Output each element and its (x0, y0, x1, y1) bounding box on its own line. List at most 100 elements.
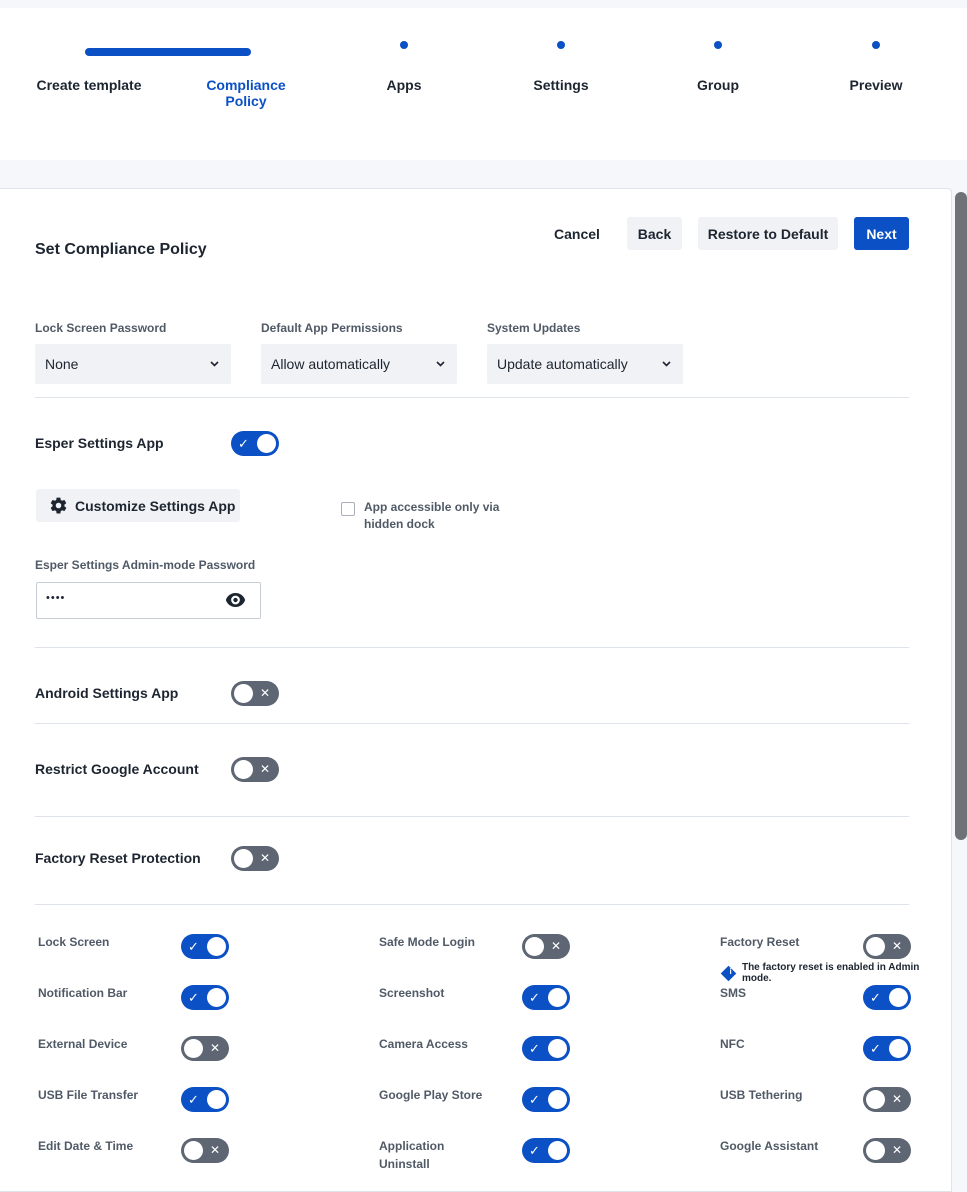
application-uninstall-toggle[interactable]: ✓ (522, 1138, 570, 1163)
check-icon: ✓ (529, 1092, 540, 1107)
google-play-store-toggle[interactable]: ✓ (522, 1087, 570, 1112)
check-icon: ✓ (188, 990, 199, 1005)
check-icon: ✓ (870, 990, 881, 1005)
step-dot (714, 41, 722, 49)
customize-settings-app-button[interactable]: Customize Settings App (36, 489, 240, 522)
restore-default-button[interactable]: Restore to Default (698, 217, 838, 250)
vertical-scrollbar[interactable] (955, 192, 967, 840)
toggle-knob (234, 684, 253, 703)
toggle-knob (548, 988, 567, 1007)
hidden-dock-label: App accessible only via hidden dock (364, 500, 500, 531)
toggle-knob (234, 849, 253, 868)
toggle-knob (548, 1141, 567, 1160)
x-icon: ✕ (260, 762, 271, 776)
usb-tethering-toggle[interactable]: ✕ (863, 1087, 911, 1112)
password-value: •••• (46, 592, 66, 604)
factory-reset-toggle[interactable]: ✕ (863, 934, 911, 959)
lock-screen-toggle[interactable]: ✓ (181, 934, 229, 959)
step-apps[interactable]: Apps (324, 41, 484, 93)
android-settings-app-label: Android Settings App (35, 685, 179, 701)
chevron-down-icon (210, 359, 219, 370)
android-settings-app-toggle[interactable]: ✕ (231, 681, 279, 706)
divider (35, 904, 909, 905)
sms-toggle[interactable]: ✓ (863, 985, 911, 1010)
toggle-knob (866, 1090, 885, 1109)
step-settings[interactable]: Settings (481, 41, 641, 93)
google-assistant-toggle[interactable]: ✕ (863, 1138, 911, 1163)
step-label: Group (697, 77, 739, 93)
usb-tethering-label: USB Tethering (720, 1088, 803, 1102)
external-device-toggle[interactable]: ✕ (181, 1036, 229, 1061)
step-group[interactable]: Group (638, 41, 798, 93)
check-icon: ✓ (529, 1143, 540, 1158)
toggle-knob (207, 937, 226, 956)
step-label: Preview (849, 77, 903, 93)
select-value: Allow automatically (271, 356, 391, 372)
lock-screen-label: Lock Screen (38, 935, 110, 949)
step-dot (872, 41, 880, 49)
toggle-knob (548, 1039, 567, 1058)
step-create-template[interactable]: Create template (9, 77, 169, 93)
stepper-progress-bar (85, 48, 251, 56)
usb-file-transfer-label: USB File Transfer (38, 1088, 139, 1102)
next-button[interactable]: Next (854, 217, 909, 250)
restrict-google-account-label: Restrict Google Account (35, 761, 199, 777)
camera-access-toggle[interactable]: ✓ (522, 1036, 570, 1061)
gear-icon (50, 497, 67, 514)
check-icon: ✓ (188, 1092, 199, 1107)
divider (35, 816, 909, 817)
toggle-knob (525, 937, 544, 956)
toggle-knob (866, 1141, 885, 1160)
esper-settings-app-toggle[interactable]: ✓ (231, 431, 279, 456)
check-icon: ✓ (529, 990, 540, 1005)
toggle-knob (889, 988, 908, 1007)
toggle-knob (866, 937, 885, 956)
notification-bar-toggle[interactable]: ✓ (181, 985, 229, 1010)
admin-mode-password-input[interactable]: •••• (36, 582, 261, 619)
factory-reset-note-text: The factory reset is enabled in Admin mo… (741, 962, 920, 984)
google-play-store-label: Google Play Store (379, 1088, 483, 1102)
check-icon: ✓ (529, 1041, 540, 1056)
eye-icon[interactable] (225, 592, 246, 613)
toggle-knob (184, 1141, 203, 1160)
lock-screen-password-select[interactable]: None (35, 344, 231, 384)
back-button[interactable]: Back (627, 217, 682, 250)
edit-date-time-label: Edit Date & Time (38, 1139, 134, 1153)
factory-reset-protection-toggle[interactable]: ✕ (231, 846, 279, 871)
screenshot-toggle[interactable]: ✓ (522, 985, 570, 1010)
system-updates-select[interactable]: Update automatically (487, 344, 683, 384)
step-compliance-policy[interactable]: Compliance Policy (166, 77, 326, 109)
page-title: Set Compliance Policy (35, 241, 207, 258)
hidden-dock-checkbox[interactable] (341, 502, 355, 516)
x-icon: ✕ (892, 1092, 903, 1106)
safe-mode-login-label: Safe Mode Login (379, 935, 475, 949)
chevron-down-icon (436, 359, 445, 370)
toggle-knob (184, 1039, 203, 1058)
chevron-down-icon (662, 359, 671, 370)
google-assistant-label: Google Assistant (720, 1139, 819, 1153)
x-icon: ✕ (260, 851, 271, 865)
stepper: Create template Compliance Policy Apps S… (0, 8, 967, 160)
restrict-google-account-toggle[interactable]: ✕ (231, 757, 279, 782)
step-dot (557, 41, 565, 49)
safe-mode-login-toggle[interactable]: ✕ (522, 934, 570, 959)
factory-reset-note: i The factory reset is enabled in Admin … (720, 962, 951, 984)
select-value: None (45, 356, 79, 372)
application-uninstall-label: Application Uninstall (379, 1139, 445, 1171)
system-updates-label: System Updates (487, 321, 581, 335)
usb-file-transfer-toggle[interactable]: ✓ (181, 1087, 229, 1112)
toggle-knob (257, 434, 276, 453)
default-app-permissions-select[interactable]: Allow automatically (261, 344, 457, 384)
toggle-knob (207, 988, 226, 1007)
step-preview[interactable]: Preview (796, 41, 956, 93)
nfc-toggle[interactable]: ✓ (863, 1036, 911, 1061)
select-value: Update automatically (497, 356, 628, 372)
cancel-button[interactable]: Cancel (546, 217, 608, 250)
toggle-knob (889, 1039, 908, 1058)
edit-date-time-toggle[interactable]: ✕ (181, 1138, 229, 1163)
x-icon: ✕ (551, 939, 562, 953)
info-icon: i (720, 965, 737, 981)
divider (35, 723, 909, 724)
external-device-label: External Device (38, 1037, 128, 1051)
customize-settings-app-label: Customize Settings App (75, 497, 236, 514)
